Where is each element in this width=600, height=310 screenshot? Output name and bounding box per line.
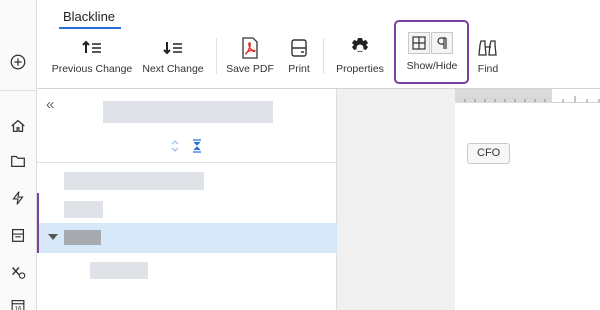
binoculars-icon xyxy=(477,36,499,60)
bolt-icon[interactable] xyxy=(8,188,28,208)
expand-all-icon[interactable] xyxy=(170,139,180,158)
collapse-panel-button[interactable]: « xyxy=(46,96,54,113)
toolbar-divider xyxy=(216,38,217,74)
list-item-label xyxy=(64,230,101,245)
properties-button[interactable]: Properties xyxy=(334,36,386,80)
toolbar-divider xyxy=(323,38,324,74)
panel-title-placeholder xyxy=(103,101,273,123)
document-area: CFO xyxy=(337,89,600,310)
list-item[interactable] xyxy=(64,201,103,218)
print-label: Print xyxy=(288,63,310,75)
gear-icon xyxy=(349,36,371,60)
change-marker xyxy=(37,223,39,253)
calendar-day: 16 xyxy=(14,306,22,310)
document-page xyxy=(455,103,600,310)
panel-divider xyxy=(37,162,337,163)
list-item[interactable] xyxy=(64,172,204,190)
add-circle-icon[interactable] xyxy=(8,52,28,72)
folder-icon[interactable] xyxy=(8,151,28,171)
pilcrow-icon[interactable] xyxy=(431,32,453,54)
left-rail: 16 xyxy=(0,0,37,310)
save-pdf-button[interactable]: Save PDF xyxy=(226,36,274,80)
save-pdf-label: Save PDF xyxy=(226,63,274,75)
cfo-tag[interactable]: CFO xyxy=(467,143,511,164)
formula-icon[interactable] xyxy=(8,262,28,282)
active-tab-indicator xyxy=(59,27,121,29)
find-label: Find xyxy=(477,63,499,75)
ribbon-toolbar: Blackline Previous Change Next Change Sa… xyxy=(37,0,600,89)
table-grid-icon[interactable] xyxy=(408,32,430,54)
show-hide-label: Show/Hide xyxy=(406,60,458,72)
next-change-label: Next Change xyxy=(142,63,204,75)
rail-divider xyxy=(0,90,37,91)
arrow-up-list-icon xyxy=(80,36,104,60)
tab-blackline[interactable]: Blackline xyxy=(63,9,115,24)
previous-change-button[interactable]: Previous Change xyxy=(51,36,133,80)
previous-change-label: Previous Change xyxy=(51,63,133,75)
print-button[interactable]: Print xyxy=(285,36,313,80)
collapse-all-icon[interactable] xyxy=(192,139,202,158)
find-button[interactable]: Find xyxy=(474,36,502,80)
properties-label: Properties xyxy=(336,63,384,75)
show-hide-button[interactable]: Show/Hide xyxy=(401,60,463,78)
list-item[interactable] xyxy=(90,262,148,279)
pdf-icon xyxy=(240,36,260,60)
navigation-panel: « xyxy=(37,89,337,310)
printer-icon xyxy=(289,36,309,60)
archive-icon[interactable] xyxy=(8,225,28,245)
ruler-ticks xyxy=(464,96,600,102)
expand-caret-icon[interactable] xyxy=(48,234,58,240)
home-icon[interactable] xyxy=(8,116,28,136)
calendar-icon[interactable]: 16 xyxy=(8,296,28,310)
ruler xyxy=(455,89,600,103)
arrow-down-list-icon xyxy=(161,36,185,60)
next-change-button[interactable]: Next Change xyxy=(142,36,204,80)
